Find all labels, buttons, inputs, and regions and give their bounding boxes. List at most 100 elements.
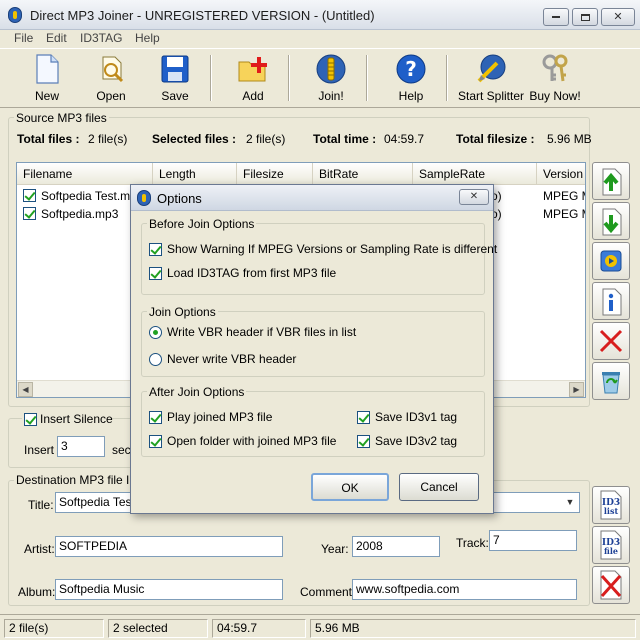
dialog-title-bar[interactable]: Options ✕ [131, 185, 493, 211]
title-bar[interactable]: Direct MP3 Joiner - UNREGISTERED VERSION… [0, 0, 640, 30]
start-splitter-button[interactable]: Start Splitter [458, 51, 524, 105]
track-label: Track: [456, 536, 489, 550]
selected-files-label: Selected files : [152, 132, 237, 146]
save-button[interactable]: Save [152, 51, 198, 105]
close-icon: ✕ [613, 11, 623, 23]
scroll-right-icon[interactable]: ▶ [569, 382, 584, 397]
album-input[interactable]: Softpedia Music [55, 579, 283, 600]
save-id3v2-checkbox[interactable] [357, 435, 370, 448]
info-button[interactable] [592, 282, 630, 320]
title-label: Title: [28, 498, 54, 512]
move-down-icon [602, 208, 622, 236]
row-version: MPEG M [543, 207, 585, 221]
menu-edit[interactable]: Edit [46, 31, 67, 45]
open-button[interactable]: Open [88, 51, 134, 105]
row-samplerate: o) [491, 207, 502, 221]
column-version[interactable]: Version [537, 163, 585, 185]
join-options-title: Join Options [147, 305, 218, 319]
insert-silence-label: Insert Silence [40, 412, 113, 426]
dialog-close-button[interactable]: ✕ [459, 189, 489, 205]
buy-now-button[interactable]: Buy Now! [528, 51, 582, 105]
load-id3-checkbox[interactable] [149, 267, 162, 280]
year-input[interactable]: 2008 [352, 536, 440, 557]
comment-input[interactable]: www.softpedia.com [352, 579, 577, 600]
list-header: Filename Length Filesize BitRate SampleR… [17, 163, 585, 185]
menu-help[interactable]: Help [135, 31, 160, 45]
menu-id3tag[interactable]: ID3TAG [80, 31, 122, 45]
never-vbr-label: Never write VBR header [167, 352, 297, 366]
move-up-button[interactable] [592, 162, 630, 200]
destination-group-title: Destination MP3 file ID3 [14, 473, 147, 487]
total-time-label: Total time : [313, 132, 377, 146]
scroll-left-icon[interactable]: ◀ [18, 382, 33, 397]
dialog-app-icon [137, 190, 151, 206]
toolbar-separator [366, 55, 368, 101]
clear-list-button[interactable] [592, 362, 630, 400]
insert-silence-input[interactable]: 3 [57, 436, 105, 457]
total-time-value: 04:59.7 [384, 132, 425, 146]
total-filesize-label: Total filesize : [456, 132, 535, 146]
svg-text:file: file [604, 546, 618, 556]
minimize-button[interactable] [543, 8, 569, 26]
row-checkbox[interactable] [23, 189, 36, 202]
id3-file-button[interactable]: ID3 file [592, 526, 630, 564]
join-button[interactable]: Join! [308, 51, 354, 105]
status-bar: 2 file(s) 2 selected 04:59.7 5.96 MB [0, 614, 640, 640]
open-folder-label: Open folder with joined MP3 file [167, 434, 337, 448]
delete-button[interactable] [592, 322, 630, 360]
show-warning-option[interactable]: Show Warning If MPEG Versions or Samplin… [149, 242, 497, 258]
help-button[interactable]: ? Help [388, 51, 434, 105]
recycle-icon [602, 372, 620, 394]
add-button[interactable]: Add [230, 51, 276, 105]
seconds-label: sec [112, 443, 131, 457]
never-vbr-radio[interactable] [149, 353, 162, 366]
new-file-icon [31, 53, 63, 85]
write-vbr-radio[interactable] [149, 326, 162, 339]
artist-input[interactable]: SOFTPEDIA [55, 536, 283, 557]
write-vbr-option[interactable]: Write VBR header if VBR files in list [149, 325, 479, 341]
move-down-button[interactable] [592, 202, 630, 240]
svg-text:list: list [604, 506, 619, 516]
insert-silence-checkbox[interactable] [24, 413, 37, 426]
save-id3v2-label: Save ID3v2 tag [375, 434, 458, 448]
toolbar-separator [446, 55, 448, 101]
join-zipper-icon [315, 53, 347, 85]
write-vbr-label: Write VBR header if VBR files in list [167, 325, 357, 339]
id3-list-button[interactable]: ID3 list [592, 486, 630, 524]
show-warning-checkbox[interactable] [149, 243, 162, 256]
column-bitrate[interactable]: BitRate [313, 163, 413, 185]
chevron-down-icon[interactable]: ▼ [562, 494, 578, 511]
silence-checkbox-row[interactable]: Insert Silence [22, 412, 113, 428]
play-button[interactable] [592, 242, 630, 280]
play-joined-option[interactable]: Play joined MP3 file [149, 410, 349, 426]
column-filesize[interactable]: Filesize [237, 163, 313, 185]
play-joined-checkbox[interactable] [149, 411, 162, 424]
save-id3v1-checkbox[interactable] [357, 411, 370, 424]
window-title: Direct MP3 Joiner - UNREGISTERED VERSION… [30, 8, 375, 23]
track-input[interactable]: 7 [489, 530, 577, 551]
never-vbr-option[interactable]: Never write VBR header [149, 352, 479, 368]
save-id3v1-label: Save ID3v1 tag [375, 410, 458, 424]
maximize-button[interactable] [572, 8, 598, 26]
status-files: 2 file(s) [4, 619, 104, 638]
save-id3v1-option[interactable]: Save ID3v1 tag [357, 410, 477, 426]
save-id3v2-option[interactable]: Save ID3v2 tag [357, 434, 477, 450]
column-length[interactable]: Length [153, 163, 237, 185]
dialog-title: Options [157, 191, 202, 206]
ok-button[interactable]: OK [311, 473, 389, 501]
open-folder-checkbox[interactable] [149, 435, 162, 448]
menu-file[interactable]: File [14, 31, 33, 45]
after-join-title: After Join Options [147, 385, 247, 399]
row-checkbox[interactable] [23, 207, 36, 220]
cancel-button[interactable]: Cancel [399, 473, 479, 501]
app-icon[interactable] [8, 7, 22, 23]
insert-label: Insert [24, 443, 55, 457]
column-samplerate[interactable]: SampleRate [413, 163, 537, 185]
id3-clear-button[interactable] [592, 566, 630, 604]
open-folder-option[interactable]: Open folder with joined MP3 file [149, 434, 349, 450]
column-filename[interactable]: Filename [17, 163, 153, 185]
new-button[interactable]: New [24, 51, 70, 105]
load-id3-option[interactable]: Load ID3TAG from first MP3 file [149, 266, 479, 282]
status-selected: 2 selected [108, 619, 208, 638]
close-button[interactable]: ✕ [601, 8, 635, 26]
